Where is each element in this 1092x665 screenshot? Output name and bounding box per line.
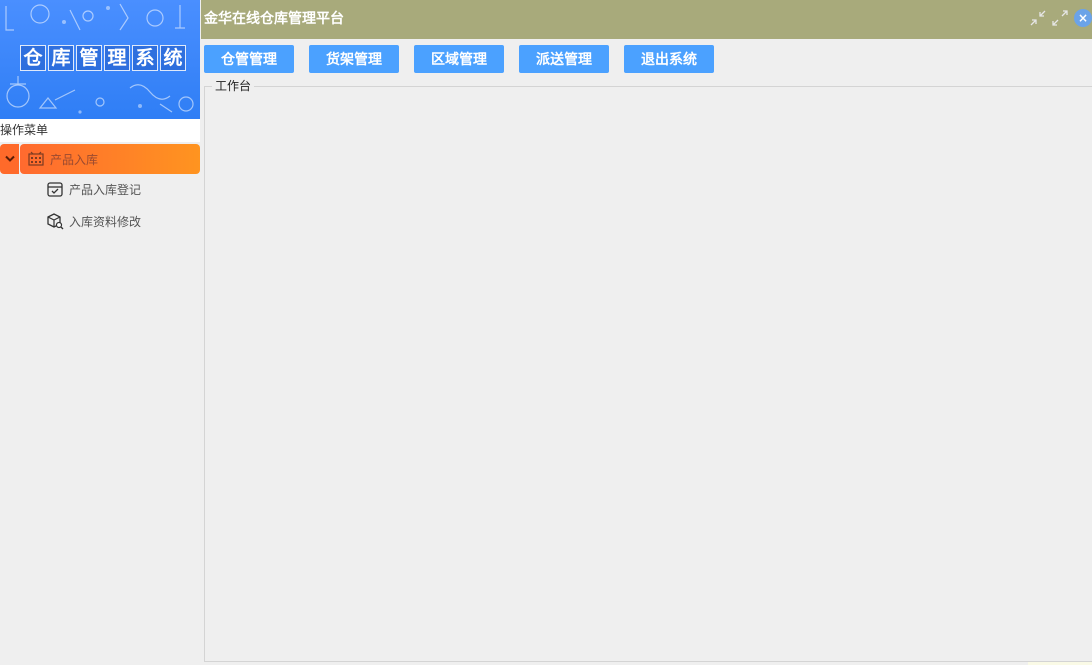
banner-title-char: 系 [132, 45, 158, 71]
nav-button-logout[interactable]: 退出系统 [624, 45, 714, 73]
title-bar: 金华在线仓库管理平台 × [201, 0, 1092, 39]
menu-item-product-register[interactable]: 产品入库登记 [46, 178, 141, 200]
banner-title-char: 管 [76, 45, 102, 71]
menu-item-label: 产品入库登记 [69, 182, 142, 197]
window-controls: × [1030, 9, 1092, 27]
register-box-icon [47, 182, 63, 197]
collapse-icon[interactable] [1030, 10, 1046, 26]
menu-group-toggle[interactable] [0, 144, 19, 174]
workbench-legend: 工作台 [212, 78, 255, 94]
chevron-down-icon [4, 155, 15, 162]
banner-title-char: 统 [160, 45, 186, 71]
sidebar: 产品入库 产品入库登记 入库资料修改 [0, 142, 200, 665]
nav-button-area[interactable]: 区域管理 [414, 45, 504, 73]
workbench-border [205, 86, 1092, 87]
menu-item-inbound-edit[interactable]: 入库资料修改 [46, 210, 141, 232]
banner-title-char: 库 [48, 45, 74, 71]
nav-button-shelf[interactable]: 货架管理 [309, 45, 399, 73]
inventory-grid-icon [28, 151, 44, 166]
menu-group-product-inbound[interactable]: 产品入库 [20, 144, 200, 174]
banner-title-char: 理 [104, 45, 130, 71]
package-search-icon [47, 213, 64, 230]
app-title: 金华在线仓库管理平台 [204, 11, 344, 27]
nav-button-warehouse[interactable]: 仓管管理 [204, 45, 294, 73]
menu-header: 操作菜单 [0, 119, 200, 142]
workbench-panel: 工作台 [204, 78, 1092, 662]
close-button[interactable]: × [1074, 9, 1092, 27]
banner-title: 仓 库 管 理 系 统 [20, 45, 186, 71]
app-banner: 仓 库 管 理 系 统 [0, 0, 200, 119]
menu-item-label: 入库资料修改 [69, 214, 142, 229]
nav-button-delivery[interactable]: 派送管理 [519, 45, 609, 73]
menu-group: 产品入库 [0, 144, 200, 174]
menu-group-label: 产品入库 [50, 152, 99, 167]
expand-icon[interactable] [1052, 10, 1068, 26]
banner-title-char: 仓 [20, 45, 46, 71]
nav-bar: 仓管管理 货架管理 区域管理 派送管理 退出系统 [201, 39, 1092, 86]
